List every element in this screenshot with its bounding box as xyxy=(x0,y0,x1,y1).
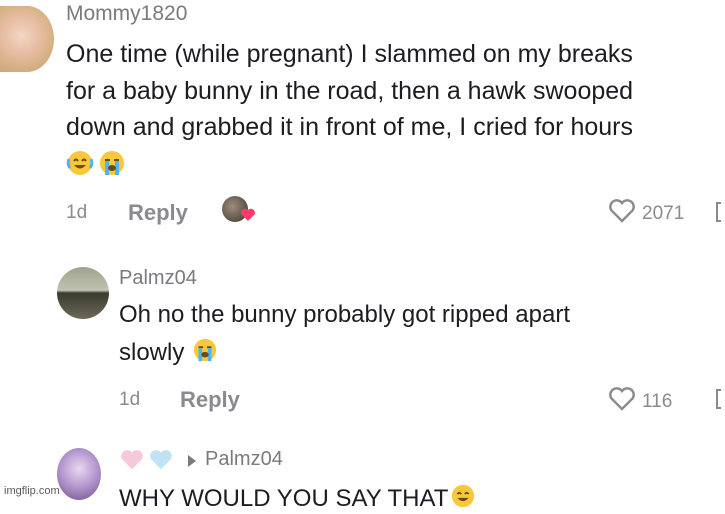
like-count: 116 xyxy=(642,391,673,412)
like-count: 2071 xyxy=(642,203,685,224)
light-blue-heart-icon xyxy=(148,448,174,477)
comment-mommy1820: Mommy1820 One time (while pregnant) I sl… xyxy=(0,0,725,240)
loudly-crying-icon xyxy=(98,149,126,182)
laughing-crying-icon xyxy=(66,149,94,182)
avatar-mommy1820[interactable] xyxy=(0,6,54,72)
comment-text-line: WHY WOULD YOU SAY THAT xyxy=(119,484,449,512)
comment-text-line: for a baby bunny in the road, then a haw… xyxy=(66,77,634,105)
loudly-crying-icon xyxy=(192,337,218,368)
heart-outline-icon xyxy=(608,386,636,418)
reply-button[interactable]: Reply xyxy=(180,387,240,413)
pink-heart-icon xyxy=(240,207,256,227)
reply-to-username[interactable]: Palmz04 xyxy=(205,448,283,471)
emoji-row xyxy=(66,149,126,182)
pink-heart-icon xyxy=(119,448,145,477)
comment-text-wrapper: WHY WOULD YOU SAY THAT xyxy=(119,483,476,514)
username[interactable]: Mommy1820 xyxy=(66,2,187,26)
comment-text-line-wrapper: slowly xyxy=(119,337,218,368)
comment-age: 1d xyxy=(119,389,141,410)
comment-reply-to-palmz04: Palmz04 WHY WOULD YOU SAY THAT xyxy=(0,440,725,512)
watermark: imgflip.com xyxy=(4,485,60,497)
dislike-icon[interactable] xyxy=(716,202,721,222)
avatar-palmz04[interactable] xyxy=(57,267,109,319)
comment-palmz04: Palmz04 Oh no the bunny probably got rip… xyxy=(0,255,725,425)
heart-outline-icon xyxy=(608,198,636,230)
comment-text-line: Oh no the bunny probably got ripped apar… xyxy=(119,301,570,328)
comment-age: 1d xyxy=(66,202,88,223)
laughing-crying-icon xyxy=(450,483,476,514)
comment-text-line: down and grabbed it in front of me, I cr… xyxy=(66,113,633,141)
username[interactable]: Palmz04 xyxy=(119,267,197,290)
avatar-reply-user[interactable] xyxy=(57,448,101,500)
comment-text-line: slowly xyxy=(119,338,185,366)
reply-arrow-icon xyxy=(187,454,197,472)
dislike-icon[interactable] xyxy=(716,389,721,409)
like-button[interactable]: 2071 xyxy=(608,198,684,230)
comment-text-line: One time (while pregnant) I slammed on m… xyxy=(66,40,633,68)
like-button[interactable]: 116 xyxy=(608,386,672,418)
reply-button[interactable]: Reply xyxy=(128,200,188,226)
